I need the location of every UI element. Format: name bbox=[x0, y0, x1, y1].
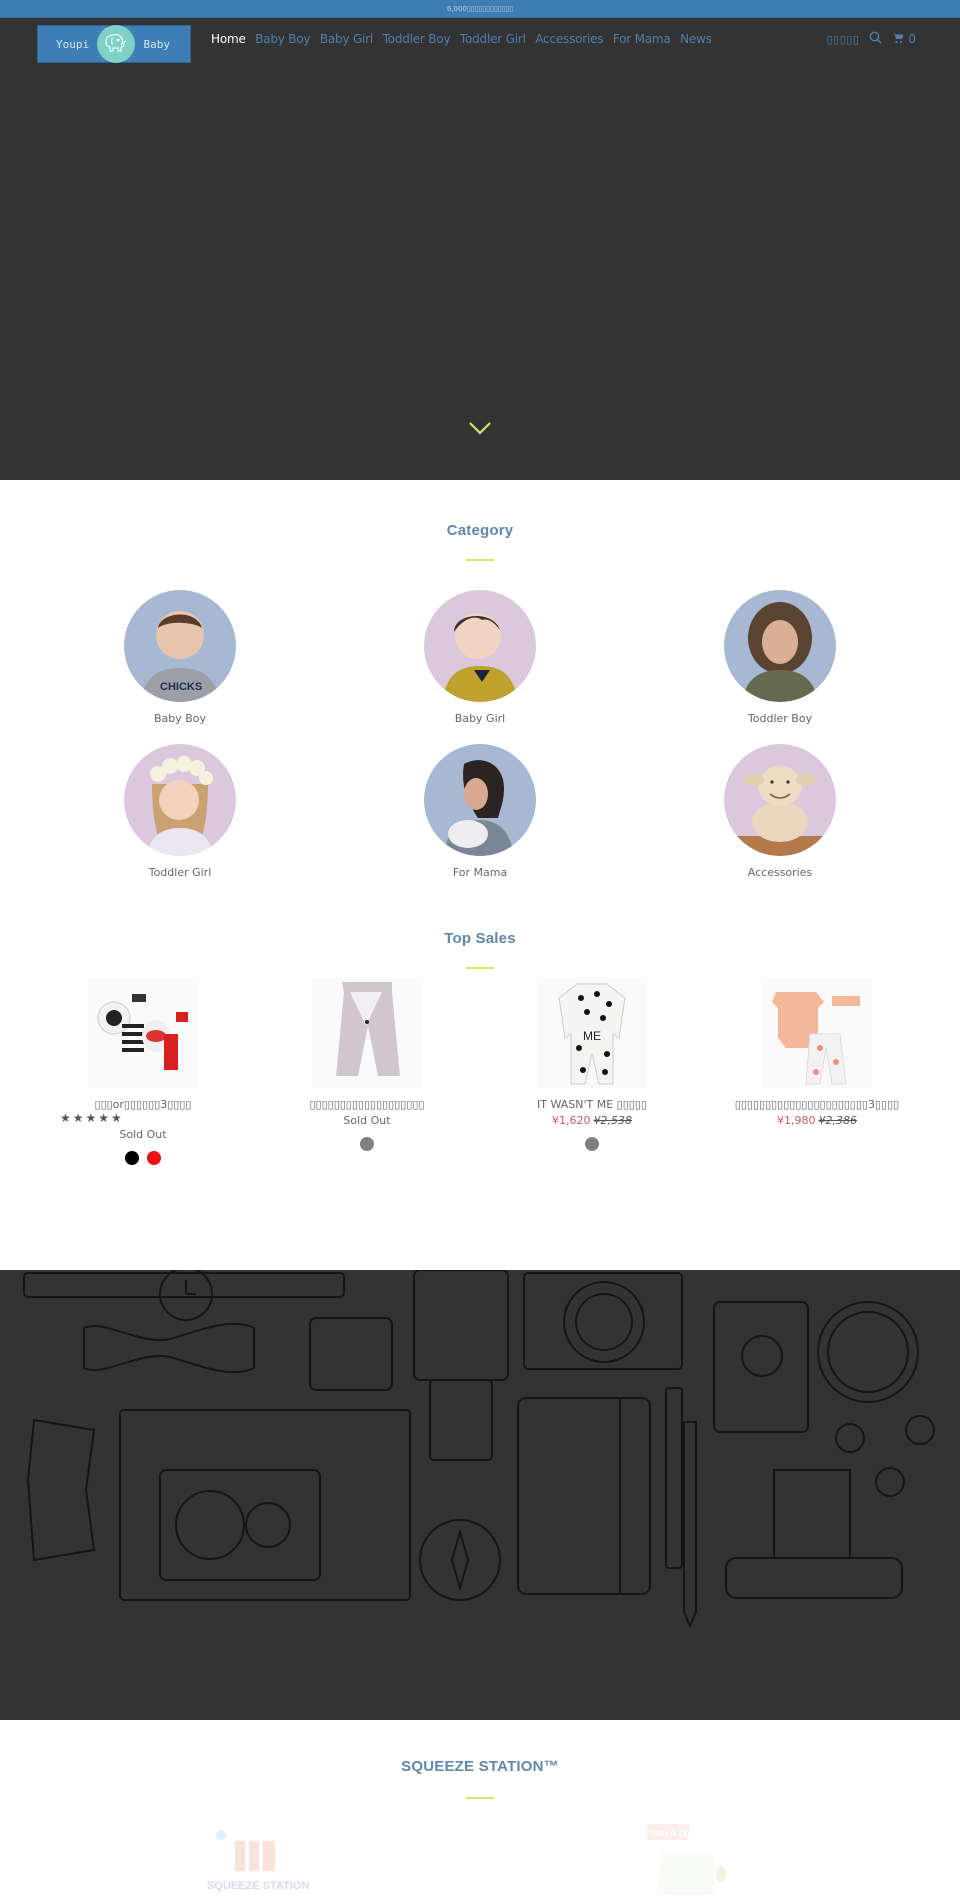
squeeze-image-1[interactable]: SQUEEZE STATION bbox=[205, 1827, 315, 1895]
swatch-gray[interactable] bbox=[360, 1137, 374, 1151]
language-selector[interactable]: ▯▯▯▯▯ bbox=[827, 33, 860, 46]
nav-baby-girl[interactable]: Baby Girl bbox=[320, 32, 373, 46]
svg-text:ME: ME bbox=[583, 1029, 601, 1043]
product-card[interactable]: ME IT WASN'T ME ▯▯▯▯▯ ¥1,620 ¥2,538 bbox=[482, 978, 702, 1151]
product-title[interactable]: ▯▯▯▯▯▯▯▯▯▯▯▯▯▯▯▯▯▯▯▯▯▯3▯▯▯▯ bbox=[707, 1098, 927, 1111]
top-sales-section: Top Sales ▯▯▯or▯▯▯▯▯▯3▯▯▯▯ ★★★★★ Sold Ou… bbox=[0, 930, 960, 1270]
category-image bbox=[424, 744, 536, 856]
squeeze-image-2[interactable]: Bag A (5) bbox=[647, 1824, 757, 1895]
nav-baby-boy[interactable]: Baby Boy bbox=[255, 32, 310, 46]
swatch-gray[interactable] bbox=[585, 1137, 599, 1151]
squeeze-image-caption: SQUEEZE STATION bbox=[207, 1880, 309, 1892]
compare-price: ¥2,538 bbox=[593, 1114, 633, 1127]
category-title: Category bbox=[446, 522, 514, 539]
lifestyle-banner bbox=[0, 1270, 960, 1720]
title-underline bbox=[466, 559, 494, 561]
site-header: Youpi Baby Home Baby Boy Baby Girl Toddl… bbox=[0, 18, 960, 82]
hero-section: Youpi Baby Home Baby Boy Baby Girl Toddl… bbox=[0, 18, 960, 480]
product-image[interactable]: ME bbox=[537, 978, 647, 1088]
cart-button[interactable]: 0 bbox=[892, 32, 916, 47]
sale-price: ¥1,980 bbox=[777, 1114, 816, 1127]
category-for-mama[interactable]: For Mama bbox=[400, 744, 560, 879]
product-price: ¥1,620 ¥2,538 bbox=[482, 1114, 702, 1127]
search-icon[interactable] bbox=[869, 31, 883, 47]
sale-price: ¥1,620 bbox=[552, 1114, 591, 1127]
product-card[interactable]: ▯▯▯▯▯▯▯▯▯▯▯▯▯▯▯▯▯▯▯▯▯▯3▯▯▯▯ ¥1,980 ¥2,386 bbox=[707, 978, 927, 1127]
compare-price: ¥2,386 bbox=[818, 1114, 858, 1127]
squeeze-title: SQUEEZE STATION™ bbox=[401, 1758, 559, 1775]
category-section: Category CHICKS Baby Boy Baby Girl Toddl… bbox=[0, 480, 960, 930]
top-sales-title: Top Sales bbox=[444, 930, 516, 947]
category-baby-boy[interactable]: CHICKS Baby Boy bbox=[100, 590, 260, 725]
logo[interactable]: Youpi Baby bbox=[37, 25, 191, 63]
category-label: Toddler Boy bbox=[747, 712, 813, 725]
nav-accessories[interactable]: Accessories bbox=[535, 32, 603, 46]
category-toddler-girl[interactable]: Toddler Girl bbox=[100, 744, 260, 879]
product-image[interactable] bbox=[762, 978, 872, 1088]
squeeze-station-section: SQUEEZE STATION™ SQUEEZE STATION Bag A (… bbox=[0, 1720, 960, 1895]
title-underline bbox=[466, 967, 494, 969]
category-label: Toddler Girl bbox=[148, 866, 212, 879]
cart-count: 0 bbox=[908, 32, 916, 46]
product-image[interactable] bbox=[88, 978, 198, 1088]
category-label: Baby Girl bbox=[454, 712, 506, 725]
color-swatches bbox=[482, 1137, 702, 1151]
sold-out-label: Sold Out bbox=[343, 1114, 391, 1127]
product-title[interactable]: IT WASN'T ME ▯▯▯▯▯ bbox=[482, 1098, 702, 1111]
product-image[interactable] bbox=[312, 978, 422, 1088]
product-card[interactable]: ▯▯▯▯▯▯▯▯▯▯▯▯▯▯▯▯▯▯▯ Sold Out bbox=[257, 978, 477, 1151]
main-nav: Home Baby Boy Baby Girl Toddler Boy Todd… bbox=[211, 32, 721, 46]
category-label: Baby Boy bbox=[153, 712, 207, 725]
rating-stars: ★★★★★ bbox=[60, 1111, 124, 1125]
category-image bbox=[424, 590, 536, 702]
logo-left-text: Youpi bbox=[56, 37, 90, 51]
nav-home[interactable]: Home bbox=[211, 32, 246, 46]
category-image: CHICKS bbox=[124, 590, 236, 702]
product-card[interactable]: ▯▯▯or▯▯▯▯▯▯3▯▯▯▯ ★★★★★ Sold Out bbox=[33, 978, 253, 1165]
color-swatches bbox=[257, 1137, 477, 1151]
category-image bbox=[124, 744, 236, 856]
category-accessories[interactable]: Accessories bbox=[700, 744, 860, 879]
category-label: Accessories bbox=[747, 866, 813, 879]
category-baby-girl[interactable]: Baby Girl bbox=[400, 590, 560, 725]
category-image bbox=[724, 590, 836, 702]
cart-icon bbox=[892, 32, 904, 47]
swatch-black[interactable] bbox=[125, 1151, 139, 1165]
category-label: For Mama bbox=[452, 866, 508, 879]
color-swatches bbox=[33, 1151, 253, 1165]
product-title[interactable]: ▯▯▯or▯▯▯▯▯▯3▯▯▯▯ bbox=[33, 1098, 253, 1111]
product-price: ¥1,980 ¥2,386 bbox=[707, 1114, 927, 1127]
logo-right-text: Baby bbox=[143, 37, 171, 51]
header-actions: ▯▯▯▯▯ 0 bbox=[827, 31, 916, 47]
squeeze-image-caption: Bag A (5) bbox=[651, 1828, 690, 1838]
line-art-illustration bbox=[23, 1270, 935, 1629]
nav-toddler-girl[interactable]: Toddler Girl bbox=[460, 32, 526, 46]
chevron-down-icon[interactable] bbox=[468, 421, 492, 437]
category-toddler-boy[interactable]: Toddler Boy bbox=[700, 590, 860, 725]
elephant-icon bbox=[97, 25, 136, 63]
nav-for-mama[interactable]: For Mama bbox=[613, 32, 671, 46]
sold-out-label: Sold Out bbox=[119, 1128, 167, 1141]
nav-news[interactable]: News bbox=[680, 32, 712, 46]
swatch-red[interactable] bbox=[147, 1151, 161, 1165]
category-image bbox=[724, 744, 836, 856]
svg-text:CHICKS: CHICKS bbox=[160, 681, 202, 693]
title-underline bbox=[466, 1797, 494, 1799]
product-title[interactable]: ▯▯▯▯▯▯▯▯▯▯▯▯▯▯▯▯▯▯▯ bbox=[257, 1098, 477, 1111]
nav-toddler-boy[interactable]: Toddler Boy bbox=[383, 32, 451, 46]
announcement-bar: 6,000▯▯▯▯▯▯▯▯▯▯▯▯ bbox=[0, 0, 960, 18]
